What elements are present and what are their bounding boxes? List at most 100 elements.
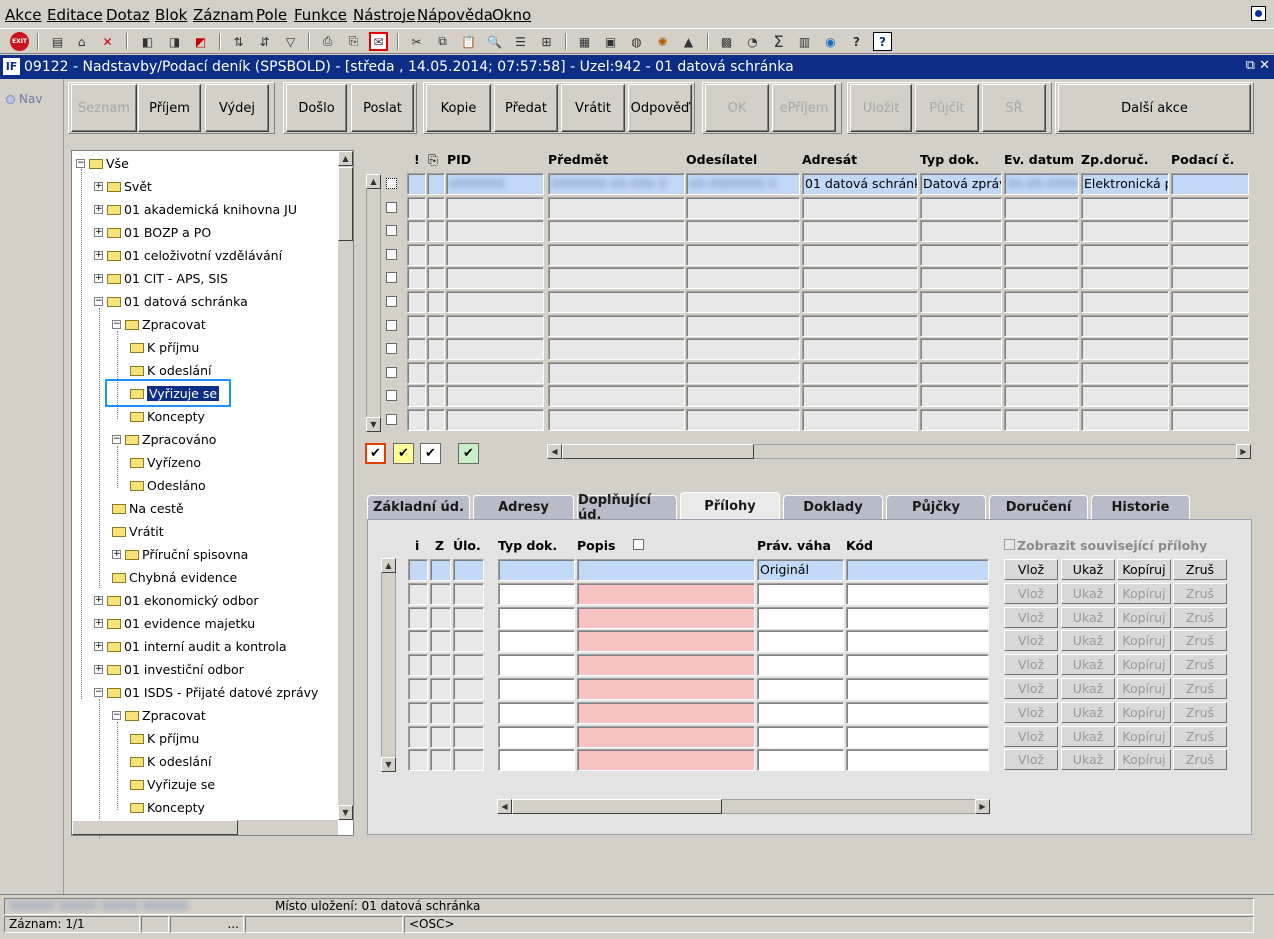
popis-checkbox[interactable]	[633, 539, 644, 550]
kopiruj-button[interactable]: Kopíruj	[1117, 559, 1171, 580]
query-cancel-icon[interactable]: ◩	[191, 32, 210, 51]
grid-cell[interactable]	[548, 385, 685, 408]
att-cell-z[interactable]	[430, 678, 451, 700]
grid-cell[interactable]	[802, 243, 918, 266]
scroll-thumb[interactable]	[338, 167, 353, 241]
show-related-checkbox[interactable]	[1004, 539, 1015, 550]
att-cell-kod[interactable]	[846, 701, 989, 724]
row-checkbox[interactable]	[386, 178, 397, 189]
att-cell-prav[interactable]	[757, 654, 844, 677]
grid-cell[interactable]	[686, 409, 800, 431]
att-cell-popis[interactable]	[577, 582, 755, 605]
grid-cell[interactable]	[407, 361, 426, 384]
grid-cell[interactable]	[548, 409, 685, 431]
grid-cell[interactable]	[802, 314, 918, 337]
grid-vertical-scrollbar[interactable]: ▲ ▼	[366, 174, 381, 432]
grid-cell[interactable]	[920, 291, 1002, 313]
grid-cell[interactable]	[802, 361, 918, 384]
help-icon[interactable]: ?	[847, 32, 866, 51]
grid-cell[interactable]	[548, 338, 685, 361]
att-cell-prav[interactable]	[757, 606, 844, 629]
poslat-button[interactable]: Poslat	[351, 84, 414, 132]
att-cell-popis[interactable]	[577, 725, 755, 748]
grid-cell[interactable]	[407, 291, 426, 313]
tree-node[interactable]: +01 evidence majetku	[94, 615, 255, 633]
grid-cell[interactable]	[1004, 385, 1079, 408]
row-checkbox[interactable]	[386, 343, 397, 355]
ukaz-button[interactable]: Ukaž	[1061, 701, 1115, 723]
att-cell-ulo[interactable]	[453, 654, 484, 677]
grid-cell[interactable]	[920, 267, 1002, 290]
grid-cell[interactable]	[1171, 196, 1249, 219]
grid-cell[interactable]	[802, 267, 918, 290]
query-enter-icon[interactable]: ◧	[138, 32, 157, 51]
grid-cell[interactable]	[427, 361, 445, 384]
grid-cell[interactable]	[1081, 409, 1169, 431]
ukaz-button[interactable]: Ukaž	[1061, 749, 1115, 771]
vratit-button[interactable]: Vrátit	[561, 84, 625, 132]
grid-cell[interactable]	[1171, 385, 1249, 408]
tree-node[interactable]: +01 celoživotní vzdělávání	[94, 247, 282, 265]
tree-node[interactable]: Na cestě	[112, 500, 184, 518]
grid-cell[interactable]	[1171, 267, 1249, 290]
grid-cell[interactable]	[1004, 196, 1079, 219]
vloz-button[interactable]: Vlož	[1004, 701, 1058, 723]
grid-cell[interactable]	[1081, 243, 1169, 266]
menu-akce[interactable]: Akce	[5, 6, 41, 24]
grid-cell[interactable]	[548, 267, 685, 290]
grid-cell[interactable]	[548, 291, 685, 313]
grid-cell[interactable]	[920, 409, 1002, 431]
grid-cell[interactable]	[407, 220, 426, 243]
grid-cell[interactable]	[1004, 243, 1079, 266]
att-cell-ulo[interactable]	[453, 701, 484, 724]
grid-cell[interactable]	[920, 243, 1002, 266]
grid-cell[interactable]	[686, 361, 800, 384]
row-checkbox[interactable]	[386, 366, 397, 378]
row-checkbox[interactable]	[386, 319, 397, 331]
grid-cell[interactable]	[1004, 361, 1079, 384]
kopiruj-button[interactable]: Kopíruj	[1117, 654, 1171, 676]
scroll-down-icon[interactable]: ▼	[381, 757, 396, 772]
ukaz-button[interactable]: Ukaž	[1061, 582, 1115, 604]
tree-node[interactable]: Vyřizuje se	[130, 776, 215, 794]
att-cell-i[interactable]	[408, 654, 428, 677]
kopiruj-button[interactable]: Kopíruj	[1117, 630, 1171, 652]
menu-editace[interactable]: Editace	[47, 6, 103, 24]
scroll-left-icon[interactable]: ◀	[547, 444, 562, 459]
grid-cell[interactable]	[802, 220, 918, 243]
ukaz-button[interactable]: Ukaž	[1061, 630, 1115, 652]
grid-cell[interactable]	[427, 314, 445, 337]
scroll-up-icon[interactable]: ▲	[338, 151, 353, 166]
menu-pole[interactable]: Pole	[256, 6, 287, 24]
grid-cell[interactable]	[427, 220, 445, 243]
grid-cell[interactable]	[1081, 196, 1169, 219]
row-checkbox[interactable]	[386, 201, 397, 213]
grid-cell[interactable]	[1171, 361, 1249, 384]
att-cell-ulo[interactable]	[453, 725, 484, 748]
grid-cell[interactable]	[427, 243, 445, 266]
clock-icon[interactable]: ◔	[743, 32, 762, 51]
grid-cell[interactable]	[548, 220, 685, 243]
att-cell-popis[interactable]	[577, 678, 755, 700]
att-cell-typ[interactable]	[498, 630, 575, 653]
tab-doruceni[interactable]: Doručení	[989, 495, 1088, 519]
grid-cell[interactable]	[1081, 220, 1169, 243]
vloz-button[interactable]: Vlož	[1004, 559, 1058, 580]
vloz-button[interactable]: Vlož	[1004, 582, 1058, 604]
kopiruj-button[interactable]: Kopíruj	[1117, 606, 1171, 628]
att-cell-prav[interactable]	[757, 749, 844, 772]
grid-cell-pid[interactable]: 0000000	[446, 173, 544, 195]
eprijem-button[interactable]: ePříjem	[772, 84, 836, 132]
grid-cell[interactable]	[407, 243, 426, 266]
grid-cell[interactable]	[920, 338, 1002, 361]
ukaz-button[interactable]: Ukaž	[1061, 606, 1115, 628]
att-cell-i[interactable]	[408, 582, 428, 605]
vloz-button[interactable]: Vlož	[1004, 678, 1058, 699]
tree-node[interactable]: Chybná evidence	[112, 569, 237, 587]
sort-asc-icon[interactable]: ⇅	[229, 32, 248, 51]
scroll-down-icon[interactable]: ▼	[366, 417, 381, 432]
grid-cell[interactable]	[407, 267, 426, 290]
ulozit-button[interactable]: Uložit	[850, 84, 912, 132]
att-cell-typ[interactable]	[498, 725, 575, 748]
att-cell-ulo[interactable]	[453, 559, 484, 581]
